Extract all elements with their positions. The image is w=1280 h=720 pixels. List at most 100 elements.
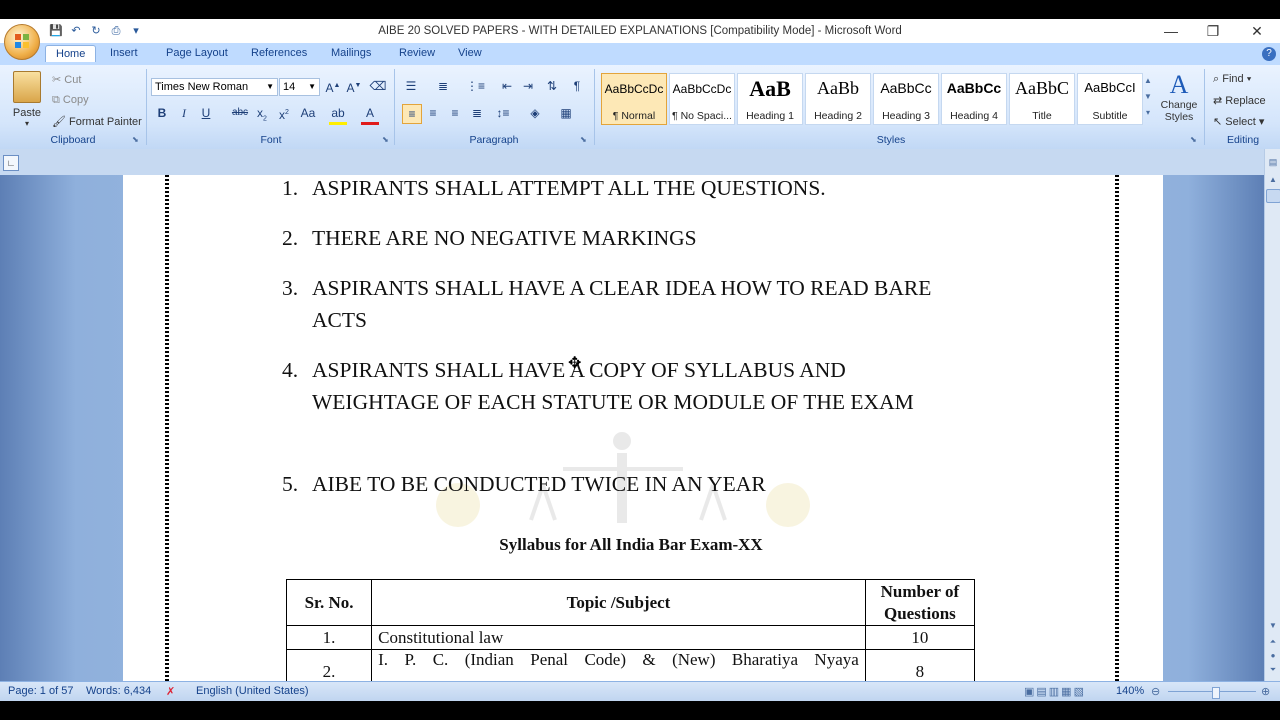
next-page-icon[interactable]: ⏷ bbox=[1267, 665, 1279, 677]
clear-formatting-icon[interactable]: ⌫ bbox=[369, 77, 387, 95]
change-styles-button[interactable]: A Change Styles bbox=[1157, 71, 1201, 124]
style-title[interactable]: AaBbC Title bbox=[1009, 73, 1075, 125]
paste-dropdown-icon: ▾ bbox=[24, 119, 29, 128]
zoom-slider-thumb[interactable] bbox=[1212, 687, 1220, 699]
styles-launcher-icon[interactable]: ⬊ bbox=[1190, 135, 1197, 144]
previous-page-icon[interactable]: ⏶ bbox=[1267, 637, 1279, 649]
table-cell: I. P. C. (Indian Penal Code) & (New) Bha… bbox=[371, 649, 866, 681]
increase-indent-icon[interactable]: ⇥ bbox=[519, 77, 537, 95]
page-count[interactable]: Page: 1 of 57 bbox=[8, 685, 73, 697]
select-button[interactable]: ↖ Select ▾ bbox=[1213, 115, 1264, 128]
list-number: 3. bbox=[282, 276, 299, 300]
zoom-in-icon[interactable]: ⊕ bbox=[1261, 685, 1270, 698]
style-heading-3[interactable]: AaBbCc Heading 3 bbox=[873, 73, 939, 125]
highlight-icon[interactable]: ab bbox=[329, 104, 347, 125]
page-border-right bbox=[1115, 175, 1119, 681]
clipboard-launcher-icon[interactable]: ⬊ bbox=[132, 135, 139, 144]
table-cell: 1. bbox=[285, 625, 373, 650]
style-heading-1[interactable]: AaB Heading 1 bbox=[737, 73, 803, 125]
font-family-select[interactable]: Times New Roman ▼ bbox=[151, 78, 278, 96]
tab-insert[interactable]: Insert bbox=[110, 47, 138, 59]
tab-selector-icon[interactable]: ∟ bbox=[3, 155, 19, 171]
word-count[interactable]: Words: 6,434 bbox=[86, 685, 151, 697]
find-label: Find bbox=[1222, 73, 1244, 85]
zoom-level[interactable]: 140% bbox=[1116, 685, 1144, 697]
scroll-down-icon[interactable]: ▼ bbox=[1267, 621, 1279, 633]
font-color-icon[interactable]: A bbox=[361, 104, 379, 125]
restore-button[interactable]: ❐ bbox=[1198, 22, 1228, 40]
view-buttons-icon[interactable]: ▣▤▥▦▧ bbox=[1024, 685, 1086, 698]
list-item: 1. ASPIRANTS SHALL ATTEMPT ALL THE QUEST… bbox=[282, 175, 982, 204]
style-name: Heading 2 bbox=[814, 110, 862, 122]
group-separator bbox=[594, 69, 595, 145]
cut-button[interactable]: ✂ Cut bbox=[52, 73, 81, 86]
align-center-icon[interactable]: ≡ bbox=[424, 104, 442, 122]
subscript-icon[interactable]: x2 bbox=[253, 104, 271, 122]
format-painter-button[interactable]: 🖌 Format Painter bbox=[52, 115, 142, 128]
paragraph-launcher-icon[interactable]: ⬊ bbox=[580, 135, 587, 144]
font-launcher-icon[interactable]: ⬊ bbox=[382, 135, 389, 144]
customize-qat-icon[interactable]: ▾ bbox=[128, 24, 144, 38]
tab-home[interactable]: Home bbox=[45, 45, 97, 62]
tab-view[interactable]: View bbox=[458, 47, 482, 59]
style-normal[interactable]: AaBbCcDc ¶ Normal bbox=[601, 73, 667, 125]
minimize-button[interactable]: — bbox=[1156, 22, 1186, 40]
style-heading-2[interactable]: AaBb Heading 2 bbox=[805, 73, 871, 125]
borders-icon[interactable]: ▦ bbox=[557, 104, 575, 122]
save-icon[interactable]: 💾 bbox=[48, 24, 64, 38]
italic-icon[interactable]: I bbox=[175, 104, 193, 122]
find-button[interactable]: ⌕ Find ▾ bbox=[1213, 73, 1251, 86]
style-name: Heading 3 bbox=[882, 110, 930, 122]
justify-icon[interactable]: ≣ bbox=[468, 104, 486, 122]
paste-button[interactable]: Paste ▾ bbox=[10, 71, 44, 131]
bold-icon[interactable]: B bbox=[153, 104, 171, 122]
copy-button[interactable]: ⧉ Copy bbox=[52, 94, 89, 107]
scroll-up-icon[interactable]: ▲ bbox=[1267, 175, 1279, 187]
align-left-icon[interactable]: ≡ bbox=[402, 104, 422, 124]
scroll-thumb[interactable] bbox=[1266, 189, 1280, 203]
underline-icon[interactable]: U bbox=[197, 104, 215, 122]
ruler-toggle-icon[interactable]: ▤ bbox=[1267, 157, 1279, 169]
zoom-out-icon[interactable]: ⊖ bbox=[1151, 685, 1160, 698]
browse-object-icon[interactable]: ● bbox=[1267, 651, 1279, 663]
multilevel-list-icon[interactable]: ⋮≡ bbox=[466, 77, 485, 95]
numbering-icon[interactable]: ≣ bbox=[434, 77, 452, 95]
help-icon[interactable]: ? bbox=[1262, 47, 1276, 61]
bullets-icon[interactable]: ☰ bbox=[402, 77, 420, 95]
tab-review[interactable]: Review bbox=[399, 47, 435, 59]
change-case-icon[interactable]: Aa bbox=[299, 104, 317, 122]
show-formatting-icon[interactable]: ¶ bbox=[568, 77, 586, 95]
print-preview-icon[interactable]: ⎙ bbox=[108, 25, 124, 39]
tab-mailings[interactable]: Mailings bbox=[331, 47, 371, 59]
tab-references[interactable]: References bbox=[251, 47, 307, 59]
style-name: Heading 1 bbox=[746, 110, 794, 122]
style-preview: AaBbC bbox=[1015, 78, 1069, 98]
align-right-icon[interactable]: ≡ bbox=[446, 104, 464, 122]
redo-icon[interactable]: ↻ bbox=[88, 24, 104, 38]
tab-page-layout[interactable]: Page Layout bbox=[166, 47, 228, 59]
replace-button[interactable]: ⇄ Replace bbox=[1213, 94, 1266, 107]
line-spacing-icon[interactable]: ↕≡ bbox=[494, 104, 512, 122]
font-size-select[interactable]: 14 ▼ bbox=[279, 78, 320, 96]
list-item: 2. THERE ARE NO NEGATIVE MARKINGS bbox=[282, 222, 982, 254]
grow-font-icon[interactable]: A▲ bbox=[324, 77, 342, 95]
document-area: 1. ASPIRANTS SHALL ATTEMPT ALL THE QUEST… bbox=[0, 175, 1264, 681]
styles-scroll[interactable]: ▲ ▼ ▾ bbox=[1143, 73, 1153, 123]
style-preview: AaBbCcI bbox=[1084, 80, 1136, 95]
shrink-font-icon[interactable]: A▼ bbox=[345, 77, 363, 95]
vertical-scrollbar[interactable]: ▤ ▲ ▼ ⏶ ● ⏷ bbox=[1264, 149, 1280, 681]
decrease-indent-icon[interactable]: ⇤ bbox=[498, 77, 516, 95]
style-subtitle[interactable]: AaBbCcI Subtitle bbox=[1077, 73, 1143, 125]
proofing-icon[interactable]: ✗ bbox=[166, 685, 175, 698]
undo-icon[interactable]: ↶ bbox=[68, 24, 84, 38]
office-button[interactable] bbox=[4, 24, 40, 60]
superscript-icon[interactable]: x2 bbox=[275, 104, 293, 122]
list-item: 5. AIBE TO BE CONDUCTED TWICE IN AN YEAR bbox=[282, 468, 982, 500]
strikethrough-icon[interactable]: abc bbox=[231, 104, 249, 122]
style-no-spacing[interactable]: AaBbCcDc ¶ No Spaci... bbox=[669, 73, 735, 125]
sort-icon[interactable]: ⇅ bbox=[543, 77, 561, 95]
close-button[interactable]: ✕ bbox=[1242, 22, 1272, 40]
shading-icon[interactable]: ◈ bbox=[526, 104, 544, 122]
style-heading-4[interactable]: AaBbCc Heading 4 bbox=[941, 73, 1007, 125]
language-indicator[interactable]: English (United States) bbox=[196, 685, 309, 697]
